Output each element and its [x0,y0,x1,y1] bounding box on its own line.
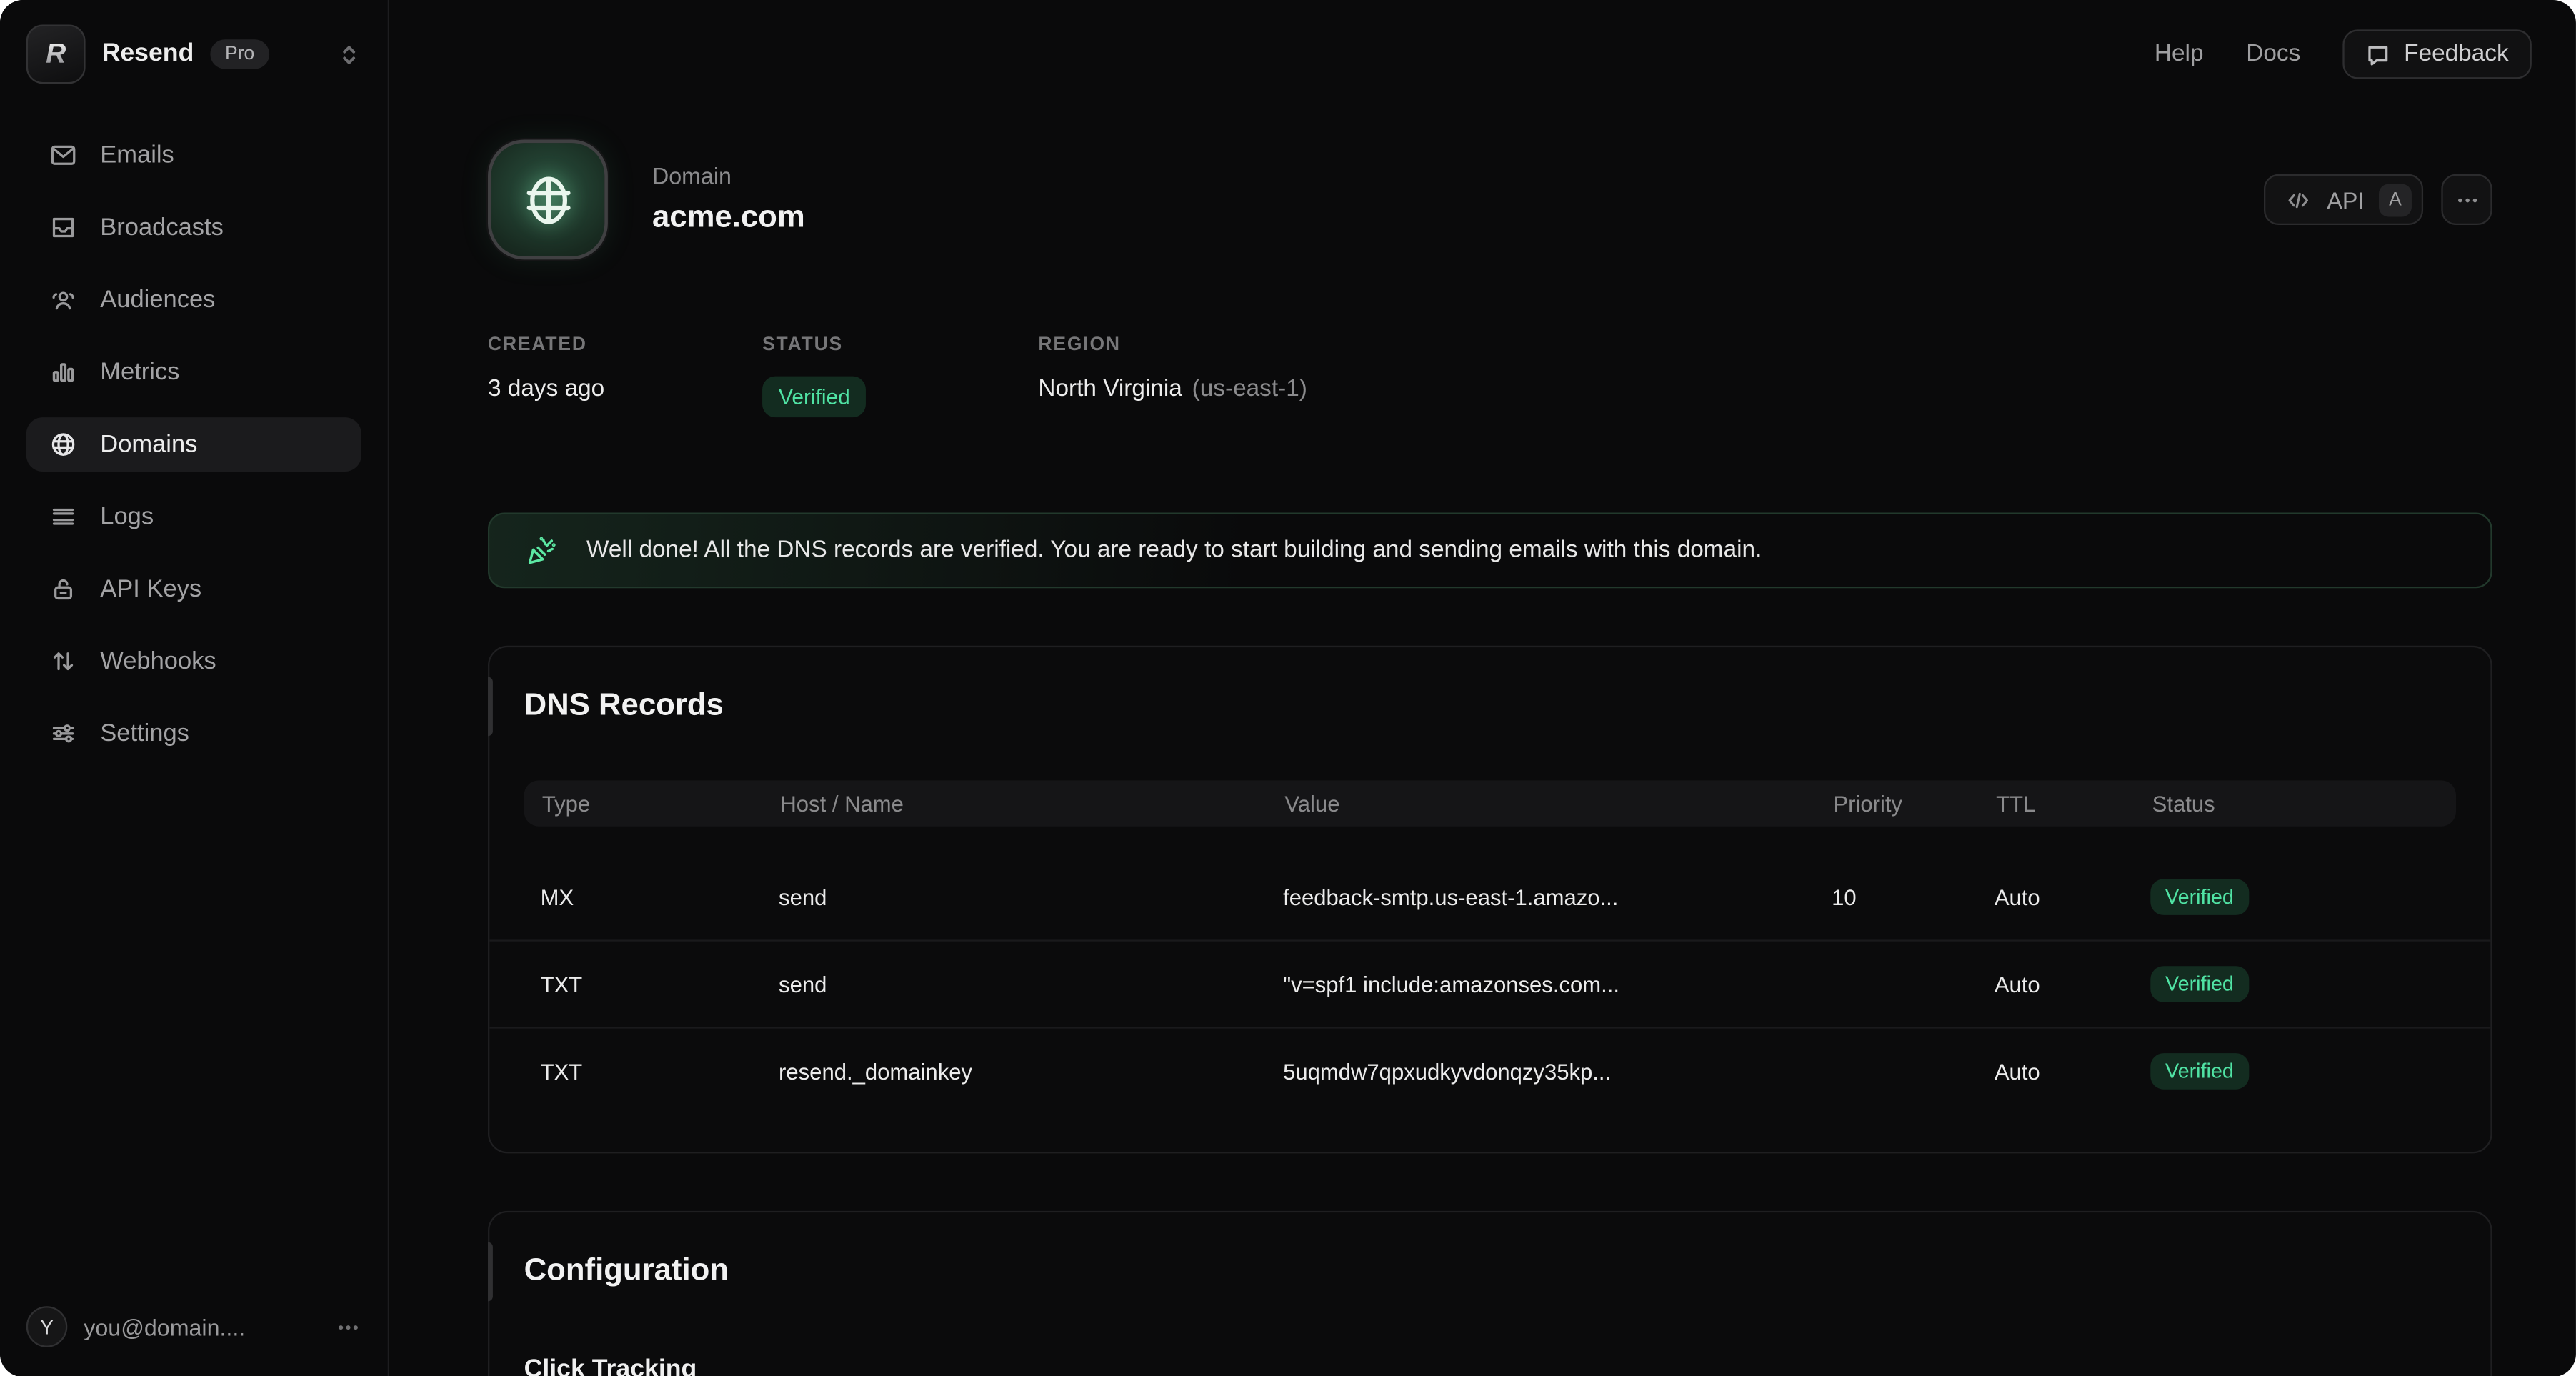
chevron-up-down-icon [336,42,361,66]
table-row[interactable]: TXT send "v=spf1 include:amazonses.com..… [489,942,2490,1027]
resend-app-window: R Resend Pro Emails [0,0,2576,1376]
sidebar-item-broadcasts[interactable]: Broadcasts [26,201,361,255]
cell-host: resend._domainkey [779,1059,1283,1083]
sidebar-item-metrics[interactable]: Metrics [26,345,361,399]
sidebar-item-label: Logs [100,503,154,531]
cell-type: TXT [541,1059,779,1083]
cell-value[interactable]: 5uqmdw7qpxudkyvdonqzy35kp... [1283,1059,1832,1083]
domain-kicker: Domain [652,163,805,189]
col-priority: Priority [1833,791,1996,815]
avatar: Y [26,1306,67,1347]
sidebar-item-label: API Keys [100,575,201,603]
sidebar-nav: Emails Broadcasts Audiences [0,128,388,779]
speech-bubble-icon [2366,42,2390,66]
cell-ttl: Auto [1995,884,2150,909]
sidebar: R Resend Pro Emails [0,0,389,1376]
dns-records-card: DNS Records Type Host / Name Value Prior… [488,646,2492,1154]
cell-value[interactable]: feedback-smtp.us-east-1.amazo... [1283,884,1832,909]
table-header: Type Host / Name Value Priority TTL Stat… [524,780,2456,826]
table-row[interactable]: TXT resend._domainkey 5uqmdw7qpxudkyvdon… [489,1029,2490,1115]
plan-badge: Pro [210,39,269,69]
sidebar-item-label: Webhooks [100,647,216,675]
sidebar-item-label: Audiences [100,286,215,314]
status-badge: Verified [2150,1053,2248,1090]
cell-type: MX [541,884,779,909]
api-button[interactable]: API A [2265,174,2423,225]
cell-value[interactable]: "v=spf1 include:amazonses.com... [1283,972,1832,996]
status-badge: Verified [2150,879,2248,915]
domain-meta: CREATED 3 days ago STATUS Verified REGIO… [488,335,2492,417]
sidebar-item-logs[interactable]: Logs [26,489,361,544]
cell-host: send [779,972,1283,996]
sidebar-item-webhooks[interactable]: Webhooks [26,634,361,689]
party-popper-icon [526,534,559,567]
created-value: 3 days ago [488,377,762,403]
region-value: North Virginia (us-east-1) [1038,377,1307,403]
top-navigation: Help Docs Feedback [2155,29,2532,79]
table-body: MX send feedback-smtp.us-east-1.amazo...… [489,854,2490,1114]
domain-globe-icon [488,139,608,259]
sidebar-item-api-keys[interactable]: API Keys [26,562,361,616]
bar-chart-icon [49,358,77,386]
region-code: (us-east-1) [1192,377,1307,403]
sidebar-item-emails[interactable]: Emails [26,128,361,182]
sidebar-item-label: Domains [100,431,197,459]
cell-ttl: Auto [1995,972,2150,996]
table-row[interactable]: MX send feedback-smtp.us-east-1.amazo...… [489,854,2490,940]
banner-message: Well done! All the DNS records are verif… [586,537,1762,564]
mail-icon [49,141,77,169]
sidebar-item-label: Settings [100,719,189,747]
user-menu[interactable]: Y you@domain.... [0,1283,388,1376]
code-icon [2286,186,2312,213]
lock-icon [49,575,77,603]
success-banner: Well done! All the DNS records are verif… [488,513,2492,589]
workspace-switcher[interactable]: R Resend Pro [0,0,388,84]
ellipsis-icon [2454,186,2480,213]
sidebar-item-settings[interactable]: Settings [26,707,361,761]
users-icon [49,286,77,314]
cell-priority: 10 [1832,884,1995,909]
col-host: Host / Name [780,791,1284,815]
status-label: STATUS [762,335,1038,355]
region-label: REGION [1038,335,1307,355]
workspace-name: Resend [102,39,194,69]
cell-host: send [779,884,1283,909]
docs-link[interactable]: Docs [2246,41,2300,67]
ellipsis-icon[interactable] [335,1314,361,1340]
help-link[interactable]: Help [2155,41,2204,67]
feedback-button[interactable]: Feedback [2343,29,2532,79]
created-label: CREATED [488,335,762,355]
cell-type: TXT [541,972,779,996]
main-content: Help Docs Feedback Domain acme.com [389,0,2576,1376]
rows-icon [49,503,77,531]
keyboard-shortcut-badge: A [2379,183,2412,216]
status-badge: Verified [762,377,867,417]
arrows-up-down-icon [49,647,77,675]
sidebar-item-domains[interactable]: Domains [26,417,361,472]
cell-ttl: Auto [1995,1059,2150,1083]
user-email: you@domain.... [84,1314,245,1340]
col-ttl: TTL [1996,791,2152,815]
domain-more-button[interactable] [2441,174,2492,225]
inbox-icon [49,214,77,241]
col-type: Type [542,791,780,815]
sliders-icon [49,719,77,747]
configuration-card: Configuration Click Tracking [488,1211,2492,1376]
globe-icon [49,431,77,459]
configuration-title: Configuration [489,1212,2490,1290]
sidebar-item-label: Broadcasts [100,214,224,241]
col-status: Status [2152,791,2438,815]
sidebar-item-label: Emails [100,141,174,169]
col-value: Value [1284,791,1833,815]
resend-logo: R [26,24,86,84]
dns-records-title: DNS Records [489,647,2490,724]
status-badge: Verified [2150,966,2248,1002]
sidebar-item-audiences[interactable]: Audiences [26,273,361,327]
click-tracking-label: Click Tracking [489,1290,2490,1376]
domain-header: Domain acme.com API A [488,139,2492,259]
page-title: acme.com [652,201,805,237]
sidebar-item-label: Metrics [100,358,179,386]
